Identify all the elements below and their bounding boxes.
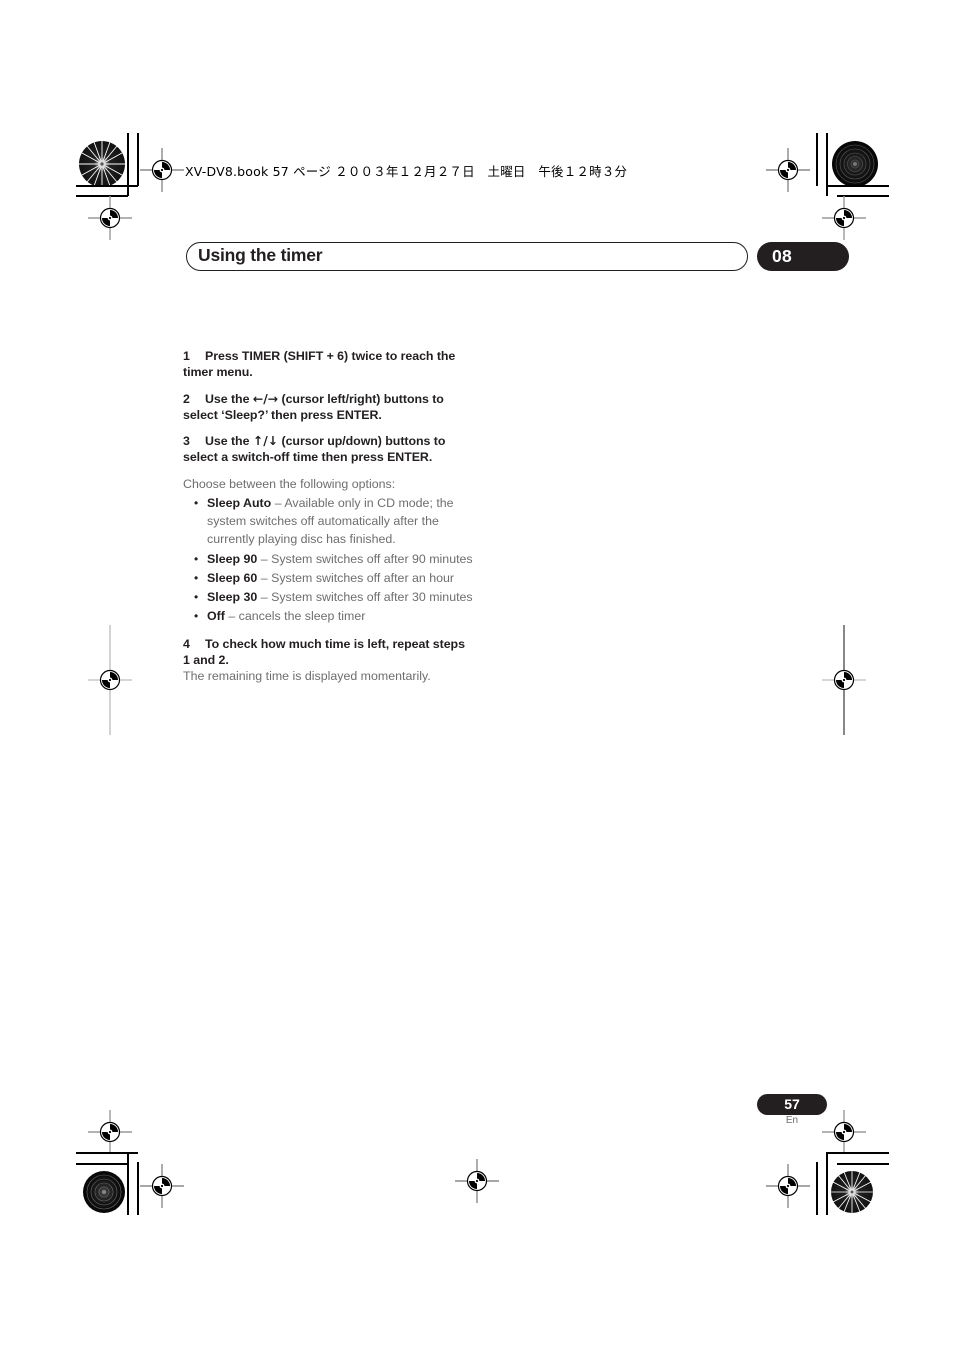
page-number-label: 57 [784, 1096, 800, 1112]
registration-target-left-upper [88, 196, 132, 240]
crop-mark-top-left-v1 [127, 133, 129, 196]
step-4: 4 To check how much time is left, repeat … [183, 636, 473, 669]
registration-target-left-lower [88, 1110, 132, 1154]
moire-burst-bottom-right [831, 1171, 873, 1213]
crop-mark-bottom-left-v2 [137, 1162, 139, 1215]
cursor-left-right-arrow-icon: ←/→ [252, 390, 279, 406]
step-4-text: To check how much time is left, repeat s… [183, 636, 465, 667]
options-intro-line: Choose between the following options: [183, 476, 396, 491]
moire-burst-top-left [79, 141, 125, 187]
registration-target-right-middle [822, 625, 866, 735]
list-item: Sleep Auto – Available only in CD mode; … [183, 494, 473, 549]
crop-mark-bottom-right-v2 [816, 1162, 818, 1215]
step-2-number: 2 [183, 391, 190, 406]
crop-mark-top-right-v2 [816, 133, 818, 186]
option-label: Sleep 90 [207, 551, 258, 566]
registration-target-bottom-center [455, 1159, 499, 1203]
option-description: – System switches off after 30 minutes [257, 590, 473, 605]
option-label: Off [207, 609, 225, 624]
step-1-text: Press TIMER (SHIFT + 6) twice to reach t… [183, 349, 456, 380]
registration-target-top-right [766, 148, 810, 192]
list-item: Sleep 30 – System switches off after 30 … [183, 588, 473, 606]
step-3: 3 Use the ↑/↓ (cursor up/down) buttons to… [183, 433, 473, 466]
step-2-text-before: Use the [205, 391, 253, 406]
list-item: Sleep 90 – System switches off after 90 … [183, 550, 473, 568]
cursor-up-down-arrow-icon: ↑/↓ [252, 433, 279, 449]
registration-target-left-middle [88, 625, 132, 735]
list-item: Off – cancels the sleep timer [183, 607, 473, 625]
crop-mark-top-left-h1 [76, 185, 138, 187]
step-1-number: 1 [183, 349, 190, 363]
moire-burst-top-right [832, 141, 878, 187]
instructions-body: 1 Press TIMER (SHIFT + 6) twice to reach … [183, 348, 473, 686]
crop-mark-bottom-left-v1 [127, 1152, 129, 1215]
crop-mark-bottom-right-h2 [837, 1163, 889, 1165]
option-label: Sleep Auto [207, 496, 272, 511]
option-description: – cancels the sleep timer [224, 609, 366, 624]
printer-marks-layer [0, 0, 954, 1351]
moire-burst-bottom-left [83, 1171, 125, 1213]
registration-target-right-upper [822, 196, 866, 240]
sleep-options-list: Sleep Auto – Available only in CD mode; … [183, 494, 473, 626]
language-code-label: En [785, 1115, 799, 1126]
option-label: Sleep 30 [207, 590, 258, 605]
book-file-header: XV-DV8.book 57 ページ ２００３年１２月２７日 土曜日 午後１２時… [185, 164, 628, 179]
page-number-badge: 57 [757, 1094, 827, 1115]
option-description: – System switches off after 90 minutes [257, 551, 473, 566]
step-2: 2 Use the ←/→ (cursor left/right) buttons… [183, 391, 473, 424]
crop-mark-top-right-h1 [827, 185, 889, 187]
crop-mark-top-right-v1 [826, 133, 828, 196]
closing-line: The remaining time is displayed momentar… [183, 669, 431, 684]
list-item: Sleep 60 – System switches off after an … [183, 569, 473, 587]
crop-mark-top-right-h2 [837, 195, 889, 197]
option-description: – System switches off after an hour [257, 570, 455, 585]
step-1: 1 Press TIMER (SHIFT + 6) twice to reach … [183, 348, 473, 381]
crop-mark-bottom-left-h1 [76, 1152, 138, 1154]
chapter-number-badge: 08 [757, 242, 849, 271]
registration-target-right-lower [822, 1110, 866, 1154]
chapter-number-label: 08 [772, 246, 793, 266]
step-4-number: 4 [183, 636, 190, 651]
step-3-number: 3 [183, 434, 190, 449]
crop-mark-bottom-right-h1 [827, 1152, 889, 1154]
option-label: Sleep 60 [207, 570, 258, 585]
step-3-text-before: Use the [205, 434, 253, 449]
crop-mark-top-left-v2 [137, 133, 139, 186]
registration-target-bottom-right-inner [766, 1164, 810, 1208]
registration-target-top-left [140, 148, 184, 192]
crop-mark-bottom-left-h2 [76, 1163, 128, 1165]
page-title: Using the timer [198, 245, 323, 265]
crop-mark-top-left-h2 [76, 195, 128, 197]
registration-target-bottom-left-inner [140, 1164, 184, 1208]
crop-mark-bottom-right-v1 [826, 1152, 828, 1215]
